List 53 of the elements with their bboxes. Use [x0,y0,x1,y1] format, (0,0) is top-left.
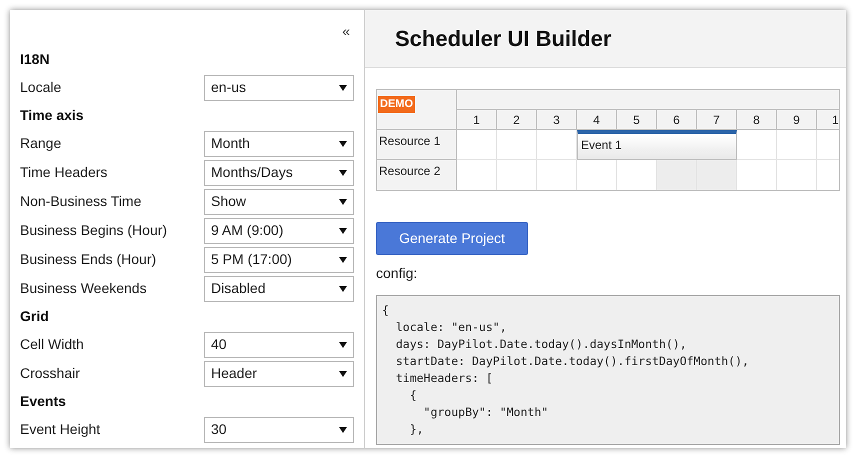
day-header: 1 [831,112,839,129]
select-field[interactable]: 9 AM (9:00) [204,218,354,244]
field-label: Time Headers [20,163,108,182]
section-heading: I18N [20,50,50,69]
day-header: 2 [497,110,537,129]
config-code: { locale: "en-us", days: DayPilot.Date.today().daysInMonth(), startDate: DayPilot.Date.today().firstDayOfMonth(), timeHeaders: [ { "groupBy": "Month" }, [376,295,840,445]
day-header: 6 [657,110,697,129]
day-header: 5 [617,110,657,129]
section-heading: Events [20,392,66,411]
day-header: 3 [537,110,577,129]
dropdown-arrow-icon [339,84,347,90]
dropdown-arrow-icon [339,228,347,234]
day-header: 7 [697,110,737,129]
collapse-button[interactable]: « [338,22,354,40]
resource-name: Resource 2 [378,163,442,180]
dropdown-arrow-icon [339,198,347,204]
field-label: Business Weekends [20,279,147,298]
field-label: Business Ends (Hour) [20,250,156,269]
demo-badge: DEMO [378,96,415,113]
section-heading: Grid [20,307,49,326]
select-field[interactable]: 5 PM (17:00) [204,246,354,272]
select-field[interactable]: Header [204,360,354,386]
dropdown-arrow-icon [339,370,347,376]
config-label: config: [376,264,418,283]
day-header: 8 [737,110,777,129]
event-bar[interactable]: Event 1 [577,130,737,160]
field-label: Non-Business Time [20,192,142,211]
select-field[interactable]: 30 [204,416,354,442]
field-label: Crosshair [20,364,80,383]
field-label: Cell Width [20,335,84,354]
day-header: 9 [777,110,817,129]
select-field[interactable]: Show [204,188,354,214]
select-field[interactable]: 40 [204,332,354,358]
dropdown-arrow-icon [339,342,347,348]
select-field[interactable]: en-us [204,74,354,100]
field-label: Range [20,134,62,153]
page-title: Scheduler UI Builder [395,25,612,53]
dropdown-arrow-icon [339,170,347,176]
section-heading: Time axis [20,106,84,125]
generate-project-button[interactable]: Generate Project [376,222,528,255]
field-label: Locale [20,78,62,97]
dropdown-arrow-icon [339,426,347,432]
field-label: Business Begins (Hour) [20,221,168,240]
field-label: Event Height [20,420,100,439]
select-field[interactable]: Months/Days [204,160,354,186]
resource-name: Resource 1 [377,130,456,160]
select-field[interactable]: Disabled [204,276,354,302]
day-header: 1 [457,110,497,129]
dropdown-arrow-icon [339,140,347,146]
day-header: 4 [577,110,617,129]
dropdown-arrow-icon [339,256,347,262]
dropdown-arrow-icon [339,286,347,292]
select-field[interactable]: Month [204,130,354,156]
